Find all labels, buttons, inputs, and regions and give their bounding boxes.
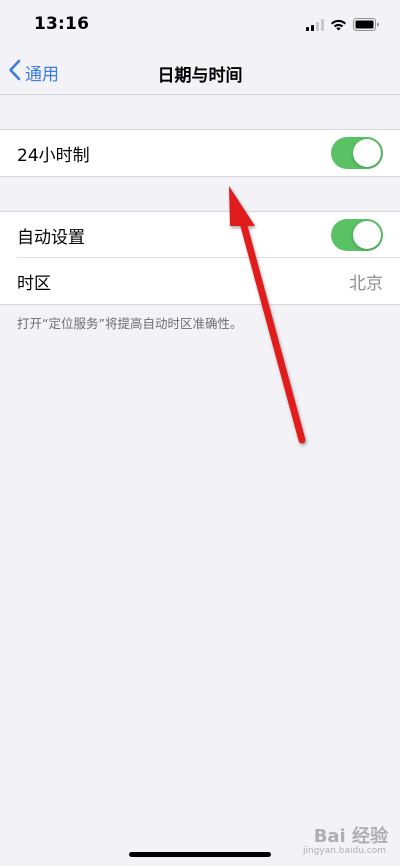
status-icons <box>306 16 380 35</box>
home-indicator[interactable] <box>129 852 271 857</box>
row-set-automatically: 自动设置 <box>0 212 400 258</box>
row-24-hour-label: 24小时制 <box>17 145 90 166</box>
set-automatically-toggle[interactable] <box>331 219 383 251</box>
watermark-url: jingyan.baidu.com <box>302 846 386 856</box>
settings-group-time-format: 24小时制 <box>0 129 400 177</box>
row-time-zone[interactable]: 时区 北京 <box>0 258 400 304</box>
toggle-knob <box>353 139 381 167</box>
row-set-automatically-label: 自动设置 <box>17 227 85 248</box>
row-time-zone-label: 时区 <box>17 273 51 294</box>
toggle-knob <box>353 221 381 249</box>
page-title: 日期与时间 <box>157 66 243 86</box>
24-hour-toggle[interactable] <box>331 137 383 169</box>
battery-icon <box>353 16 380 35</box>
time-zone-value: 北京 <box>349 273 383 294</box>
navigation-bar: 通用 日期与时间 <box>0 50 400 95</box>
settings-group-auto: 自动设置 时区 北京 <box>0 211 400 305</box>
cellular-signal-icon <box>306 16 324 35</box>
baidu-watermark: Bai 经验 <box>314 822 388 848</box>
watermark-brand: Bai 经验 <box>313 826 388 847</box>
status-bar: 13:16 <box>0 0 400 50</box>
location-footnote: 打开“定位服务”将提高自动时区准确性。 <box>17 316 243 331</box>
wifi-icon <box>330 16 347 35</box>
status-time: 13:16 <box>34 14 90 34</box>
row-24-hour-time: 24小时制 <box>0 130 400 176</box>
